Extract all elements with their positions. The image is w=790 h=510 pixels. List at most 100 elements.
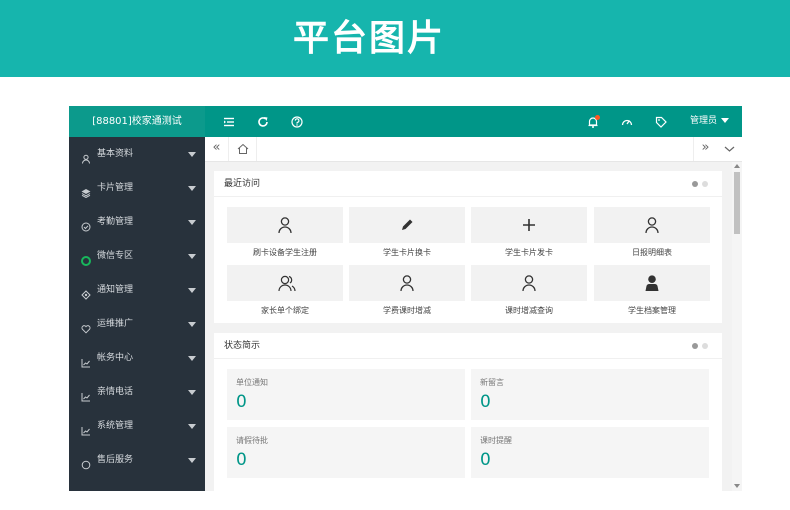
quick-tile-label: 家长单个绑定 (261, 306, 309, 315)
dashboard-icon[interactable] (620, 114, 634, 128)
user-icon (81, 149, 91, 164)
chevron-down-icon (724, 146, 735, 152)
card-title: 状态简示 (224, 341, 261, 351)
admin-app-window: [88801]校家通测试 管理员 基本资料 卡片管理 考勤管理 微信专区 通知管… (69, 106, 742, 491)
brand-title: [88801]校家通测试 (69, 106, 205, 137)
sidebar-item-label: 基本资料 (97, 149, 134, 159)
sidebar-item-label: 运维推广 (97, 319, 134, 329)
status-tile[interactable]: 请假待批 0 (227, 427, 465, 478)
sidebar-item-label: 通知管理 (97, 285, 134, 295)
user-outline-icon (522, 275, 536, 292)
chevron-down-icon (721, 118, 730, 123)
circle-icon (81, 455, 91, 470)
scroll-up-arrow[interactable] (734, 164, 740, 168)
chevron-down-icon (188, 152, 196, 157)
sidebar-item-notifications[interactable]: 通知管理 (69, 273, 205, 307)
user-menu-label: 管理员 (690, 116, 718, 126)
chevron-down-icon (188, 356, 196, 361)
user-menu[interactable]: 管理员 (690, 106, 730, 137)
quick-tile[interactable] (349, 207, 465, 243)
notification-badge (595, 115, 600, 120)
quick-tile-label: 学生卡片换卡 (383, 248, 431, 257)
sidebar-item-basic-info[interactable]: 基本资料 (69, 137, 205, 171)
card-title: 最近访问 (224, 179, 261, 189)
sidebar-item-label: 考勤管理 (97, 217, 134, 227)
sidebar-item-system[interactable]: 系统管理 (69, 409, 205, 443)
sidebar-item-attendance[interactable]: 考勤管理 (69, 205, 205, 239)
sidebar-item-wechat[interactable]: 微信专区 (69, 239, 205, 273)
chevron-down-icon (188, 322, 196, 327)
content-scrollbar[interactable] (732, 162, 742, 491)
heart-icon (81, 319, 91, 334)
carousel-dots[interactable] (692, 181, 708, 187)
quick-tile[interactable] (594, 265, 710, 301)
quick-tile-label: 日报明细表 (632, 248, 672, 257)
menu-toggle-icon[interactable] (222, 114, 236, 128)
home-icon (237, 143, 249, 154)
tab-scroll-left-button[interactable]: « (205, 137, 229, 161)
quick-tile[interactable] (227, 265, 343, 301)
scroll-down-arrow[interactable] (734, 484, 740, 488)
sidebar-item-accounts[interactable]: 帐务中心 (69, 341, 205, 375)
check-circle-icon (81, 217, 91, 232)
status-label: 课时提醒 (480, 436, 512, 445)
user-outline-icon (645, 217, 659, 234)
chart-icon (81, 353, 91, 368)
chevron-down-icon (188, 254, 196, 259)
quick-tile-label: 学生卡片发卡 (505, 248, 553, 257)
quick-tile[interactable] (349, 265, 465, 301)
tab-options-button[interactable] (717, 137, 742, 161)
top-bar: [88801]校家通测试 管理员 (69, 106, 742, 137)
quick-tile-label: 刷卡设备学生注册 (253, 248, 317, 257)
sidebar: 基本资料 卡片管理 考勤管理 微信专区 通知管理 运维推广 帐务中心 亲情电话 … (69, 137, 205, 491)
sidebar-item-card-management[interactable]: 卡片管理 (69, 171, 205, 205)
user-outline-icon (278, 217, 292, 234)
status-tile[interactable]: 单位通知 0 (227, 369, 465, 420)
sidebar-item-label: 售后服务 (97, 455, 134, 465)
users-outline-icon (278, 275, 296, 292)
refresh-icon[interactable] (256, 114, 270, 128)
sidebar-item-label: 亲情电话 (97, 387, 134, 397)
quick-tile-label: 学费课时增减 (383, 306, 431, 315)
tab-home[interactable] (229, 137, 257, 161)
chevron-down-icon (188, 458, 196, 463)
banner-title: 平台图片 (293, 18, 446, 59)
quick-tile[interactable] (227, 207, 343, 243)
status-overview-card: 状态简示 单位通知 0 新留言 0 请假待批 0 课时提醒 0 (214, 333, 722, 491)
sidebar-item-label: 微信专区 (97, 251, 134, 261)
tab-bar: « » (205, 137, 742, 162)
recent-visits-card: 最近访问 刷卡设备学生注册 学生卡片换卡 学生卡片发卡 日报明细表 家长单个绑定… (214, 171, 722, 323)
sidebar-item-label: 卡片管理 (97, 183, 134, 193)
scroll-thumb[interactable] (734, 172, 740, 234)
card-header: 最近访问 (214, 171, 722, 197)
quick-tile[interactable] (471, 207, 587, 243)
status-label: 单位通知 (236, 378, 268, 387)
promo-banner: 平台图片 (0, 0, 790, 77)
status-value: 0 (480, 392, 491, 412)
plus-icon (523, 219, 535, 231)
status-value: 0 (236, 392, 247, 412)
carousel-dots[interactable] (692, 343, 708, 349)
help-icon[interactable] (290, 114, 304, 128)
status-label: 新留言 (480, 378, 504, 387)
quick-tile-label: 课时增减查询 (505, 306, 553, 315)
user-outline-icon (400, 275, 414, 292)
tag-icon[interactable] (654, 114, 668, 128)
chevron-down-icon (188, 288, 196, 293)
chart-icon (81, 387, 91, 402)
chevron-down-icon (188, 390, 196, 395)
quick-tile[interactable] (594, 207, 710, 243)
sidebar-item-operations[interactable]: 运维推广 (69, 307, 205, 341)
sidebar-item-after-sales[interactable]: 售后服务 (69, 443, 205, 477)
quick-tile[interactable] (471, 265, 587, 301)
status-tile[interactable]: 新留言 0 (471, 369, 709, 420)
chevron-down-icon (188, 186, 196, 191)
layers-icon (81, 183, 91, 199)
main-content: 最近访问 刷卡设备学生注册 学生卡片换卡 学生卡片发卡 日报明细表 家长单个绑定… (205, 162, 742, 491)
status-tile[interactable]: 课时提醒 0 (471, 427, 709, 478)
tab-scroll-right-button[interactable]: » (693, 137, 717, 161)
sidebar-item-family-phone[interactable]: 亲情电话 (69, 375, 205, 409)
wechat-icon (81, 251, 91, 266)
chevron-down-icon (188, 220, 196, 225)
pencil-icon (402, 219, 413, 230)
